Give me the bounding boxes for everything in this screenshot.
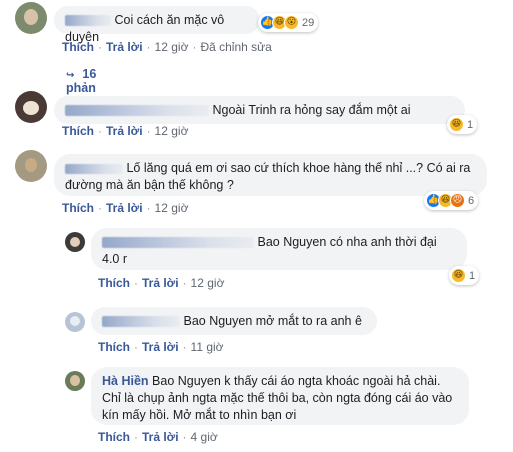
reactions-summary[interactable]: 😆 1 — [449, 266, 480, 285]
reactions-summary[interactable]: 😆 1 — [447, 115, 478, 134]
comment-actions: Thích · Trả lời · 4 giờ — [98, 430, 218, 444]
reply-button[interactable]: Trả lời — [106, 40, 143, 54]
comment-actions: Thích · Trả lời · 11 giờ — [98, 340, 224, 354]
haha-icon: 😆 — [451, 268, 466, 283]
separator: · — [146, 124, 151, 138]
redacted-author — [102, 237, 254, 249]
like-button[interactable]: Thích — [98, 340, 130, 354]
like-button[interactable]: Thích — [98, 276, 130, 290]
comment-text: Lố lăng quá em ơi sao cứ thích khoe hàng… — [65, 161, 471, 192]
separator: · — [134, 340, 138, 354]
separator: · — [182, 340, 187, 354]
reaction-count: 6 — [468, 194, 475, 207]
reaction-count: 29 — [302, 16, 315, 29]
timestamp[interactable]: 12 giờ — [155, 201, 189, 215]
redacted-author — [65, 15, 111, 27]
like-button[interactable]: Thích — [62, 201, 94, 215]
like-button[interactable]: Thích — [98, 430, 130, 444]
redacted-author — [102, 316, 180, 328]
reply-button[interactable]: Trả lời — [106, 201, 143, 215]
comment-bubble: Hà Hiền Bao Nguyen k thấy cái áo ngta kh… — [91, 367, 469, 425]
avatar[interactable] — [15, 2, 47, 34]
comment-text: Ngoài Trinh ra hỏng say đắm một ai — [212, 103, 411, 117]
reply-button[interactable]: Trả lời — [142, 430, 179, 444]
separator: · — [182, 430, 187, 444]
separator: · — [182, 276, 187, 290]
reaction-count: 1 — [467, 118, 474, 131]
avatar[interactable] — [65, 371, 85, 391]
timestamp[interactable]: 12 giờ — [155, 124, 189, 138]
reply-arrow-icon: ↪ — [66, 70, 75, 81]
comment-bubble: Bao Nguyen mở mắt to ra anh ê — [91, 307, 377, 335]
reply-button[interactable]: Trả lời — [142, 276, 179, 290]
reactions-summary[interactable]: 👍 😆 😮 29 — [258, 13, 319, 32]
comment-author[interactable]: Hà Hiền — [102, 374, 149, 388]
avatar[interactable] — [65, 232, 85, 252]
separator: · — [146, 40, 151, 54]
comment-text: Bao Nguyen mở mắt to ra anh ê — [183, 314, 362, 328]
angry-icon: 😠 — [450, 193, 465, 208]
reaction-count: 1 — [469, 269, 476, 282]
separator: · — [98, 124, 102, 138]
separator: · — [98, 201, 102, 215]
avatar[interactable] — [65, 312, 85, 332]
like-button[interactable]: Thích — [62, 124, 94, 138]
separator: · — [134, 276, 138, 290]
comment-bubble: Ngoài Trinh ra hỏng say đắm một ai — [54, 96, 465, 124]
separator: · — [192, 40, 197, 54]
timestamp[interactable]: 11 giờ — [191, 340, 224, 354]
reply-button[interactable]: Trả lời — [106, 124, 143, 138]
redacted-author — [65, 105, 209, 117]
comment-actions: Thích · Trả lời · 12 giờ · Đã chỉnh sửa — [62, 40, 272, 54]
edited-label[interactable]: Đã chỉnh sửa — [200, 40, 271, 54]
like-button[interactable]: Thích — [62, 40, 94, 54]
haha-icon: 😆 — [449, 117, 464, 132]
redacted-author — [65, 163, 123, 174]
separator: · — [134, 430, 138, 444]
wow-icon: 😮 — [284, 15, 299, 30]
reactions-summary[interactable]: 👍 😆 😠 6 — [424, 191, 479, 210]
comment-bubble: Coi cách ăn mặc vô duyên — [54, 6, 260, 44]
reply-button[interactable]: Trả lời — [142, 340, 179, 354]
separator: · — [146, 201, 151, 215]
timestamp[interactable]: 12 giờ — [191, 276, 225, 290]
comment-text: Bao Nguyen k thấy cái áo ngta khoác ngoà… — [102, 374, 453, 422]
timestamp[interactable]: 12 giờ — [155, 40, 189, 54]
comment-actions: Thích · Trả lời · 12 giờ — [98, 276, 224, 290]
separator: · — [98, 40, 102, 54]
comment-bubble: Bao Nguyen có nha anh thời đại 4.0 r — [91, 228, 467, 270]
avatar[interactable] — [15, 91, 47, 123]
comment-actions: Thích · Trả lời · 12 giờ — [62, 124, 188, 138]
timestamp[interactable]: 4 giờ — [191, 430, 218, 444]
comment-bubble: Lố lăng quá em ơi sao cứ thích khoe hàng… — [54, 154, 487, 196]
comment-actions: Thích · Trả lời · 12 giờ — [62, 201, 188, 215]
avatar[interactable] — [15, 150, 47, 182]
